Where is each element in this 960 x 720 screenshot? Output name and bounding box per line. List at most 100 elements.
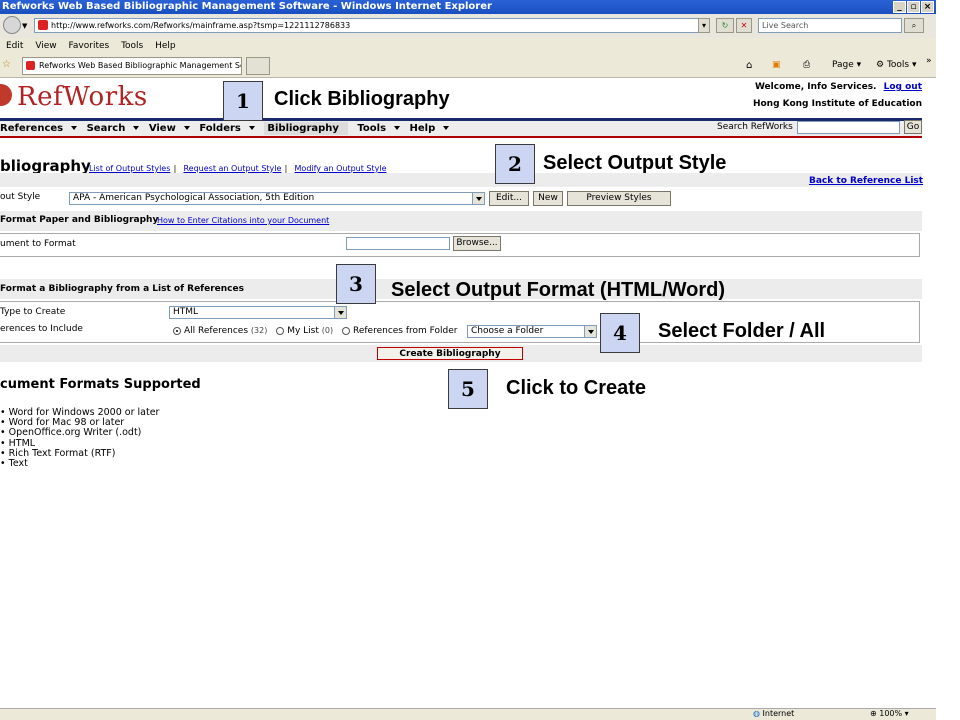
nav-references[interactable]: References [0, 123, 78, 134]
file-type-label: Type to Create [0, 307, 66, 317]
back-to-reference-list-link[interactable]: Back to Reference List [809, 176, 923, 186]
close-button[interactable]: × [921, 1, 934, 13]
favorites-star-icon[interactable]: ☆ [2, 59, 11, 70]
folder-select[interactable]: Choose a Folder [467, 325, 597, 338]
history-dropdown-icon[interactable]: ▼ [22, 22, 27, 30]
callout-text-4: Select Folder / All [658, 320, 826, 342]
live-search-input[interactable]: Live Search [758, 18, 902, 33]
modify-output-style-link[interactable]: Modify an Output Style [295, 164, 387, 173]
new-style-button[interactable]: New [533, 191, 563, 206]
zone-indicator: ◍ Internet [753, 709, 794, 718]
radio-selected-icon [173, 326, 181, 335]
menu-item[interactable]: Tools [121, 41, 143, 51]
welcome-text: Welcome, Info Services. [754, 82, 877, 92]
stop-icon[interactable]: ✕ [736, 18, 752, 33]
create-bibliography-button[interactable]: Create Bibliography [377, 347, 523, 360]
radio-count: (0) [321, 326, 334, 335]
edit-style-button[interactable]: Edit... [489, 191, 529, 206]
globe-icon: ◍ [753, 709, 760, 718]
back-icon[interactable] [3, 16, 21, 34]
file-type-value: HTML [173, 307, 199, 317]
folder-value: Choose a Folder [471, 326, 544, 336]
output-style-label: out Style [0, 192, 41, 202]
tab-title: Refworks Web Based Bibliographic Managem… [39, 61, 242, 70]
preview-styles-button[interactable]: Preview Styles [567, 191, 671, 206]
radio-my-list[interactable]: My List (0) [276, 326, 333, 336]
output-style-select[interactable]: APA - American Psychological Association… [69, 192, 485, 205]
refworks-logo: RefWorks [17, 82, 148, 112]
window-border [936, 0, 960, 720]
search-icon[interactable]: ⌕ [904, 18, 924, 33]
nav-label: View [148, 123, 176, 134]
tools-menu-label: Tools [886, 60, 910, 70]
menu-bar: Edit View Favorites Tools Help [0, 38, 936, 54]
list-output-styles-link[interactable]: List of Output Styles [89, 164, 170, 173]
url-input[interactable]: http://www.refworks.com/Refworks/mainfra… [34, 18, 710, 33]
link-separator: | [284, 164, 288, 173]
menu-item[interactable]: Favorites [69, 41, 110, 51]
print-icon[interactable]: ⎙ [803, 60, 810, 70]
nav-label: Search [86, 123, 126, 134]
refresh-icon[interactable]: ↻ [716, 18, 734, 33]
bullet-icon: • [0, 458, 6, 470]
request-output-style-link[interactable]: Request an Output Style [183, 164, 281, 173]
nav-tools[interactable]: Tools [357, 123, 401, 134]
feeds-icon[interactable]: ▣ [772, 60, 781, 70]
chevron-down-icon [584, 326, 596, 337]
nav-bibliography[interactable]: Bibliography [264, 122, 348, 135]
file-type-select[interactable]: HTML [169, 306, 347, 319]
nav-search[interactable]: Search [87, 123, 140, 134]
nav-folders[interactable]: Folders [199, 123, 255, 134]
radio-unselected-icon [341, 326, 350, 335]
menu-item[interactable]: View [35, 41, 56, 51]
zoom-level: 100% [879, 709, 903, 718]
callout-number-2: 2 [495, 144, 535, 184]
zoom-control[interactable]: ⊕ 100% ▾ [870, 709, 909, 718]
minimize-button[interactable]: _ [893, 1, 906, 13]
format-item: Text [8, 458, 28, 470]
search-refworks-input[interactable] [797, 121, 900, 134]
browser-tab[interactable]: Refworks Web Based Bibliographic Managem… [22, 57, 242, 75]
nav-view[interactable]: View [149, 123, 190, 134]
browse-button[interactable]: Browse... [453, 236, 501, 251]
chevron-right-icon[interactable]: » [926, 56, 932, 66]
output-style-value: APA - American Psychological Association… [73, 193, 315, 203]
formats-heading: cument Formats Supported [0, 377, 201, 392]
logout-link[interactable]: Log out [884, 82, 922, 92]
document-file-input[interactable] [346, 237, 450, 250]
new-tab-button[interactable] [246, 57, 270, 75]
nav-help[interactable]: Help [410, 123, 450, 134]
search-go-button[interactable]: Go [904, 120, 922, 134]
callout-text-2: Select Output Style [543, 152, 727, 174]
radio-count: (32) [250, 326, 268, 335]
maximize-button[interactable]: ▫ [907, 1, 920, 13]
radio-label: My List [287, 326, 319, 336]
formats-list: • Word for Windows 2000 or later • Word … [0, 407, 159, 470]
home-icon[interactable]: ⌂ [746, 60, 752, 71]
tools-menu[interactable]: ⚙ Tools ▾ [876, 60, 917, 70]
page-menu[interactable]: Page ▾ [832, 60, 861, 70]
nav-label: References [0, 123, 64, 134]
menu-item[interactable]: Help [155, 41, 176, 51]
radio-from-folder[interactable]: References from Folder [341, 326, 458, 336]
radio-label: References from Folder [352, 326, 458, 336]
callout-number-4: 4 [600, 313, 640, 353]
nav-label: Folders [199, 123, 241, 134]
callout-number-5: 5 [448, 369, 488, 409]
url-dropdown-icon[interactable]: ▾ [698, 18, 710, 33]
format-list-heading: Format a Bibliography from a List of Ref… [0, 284, 244, 294]
callout-number-1: 1 [223, 81, 263, 121]
callout-text-5: Click to Create [506, 377, 647, 399]
enter-citations-link[interactable]: How to Enter Citations into your Documen… [157, 216, 329, 225]
document-to-format-label: ument to Format [0, 239, 76, 249]
callout-text-3: Select Output Format (HTML/Word) [391, 279, 726, 301]
back-bar [0, 173, 922, 187]
status-bar [0, 708, 936, 720]
chevron-down-icon [334, 307, 346, 318]
refworks-logo-icon [0, 84, 12, 106]
menu-item[interactable]: Edit [6, 41, 23, 51]
nav-label: Bibliography [267, 123, 339, 134]
radio-all-references[interactable]: All References (32) [173, 326, 267, 336]
list-item: • Text [0, 458, 159, 470]
tab-favicon-icon [26, 61, 35, 70]
